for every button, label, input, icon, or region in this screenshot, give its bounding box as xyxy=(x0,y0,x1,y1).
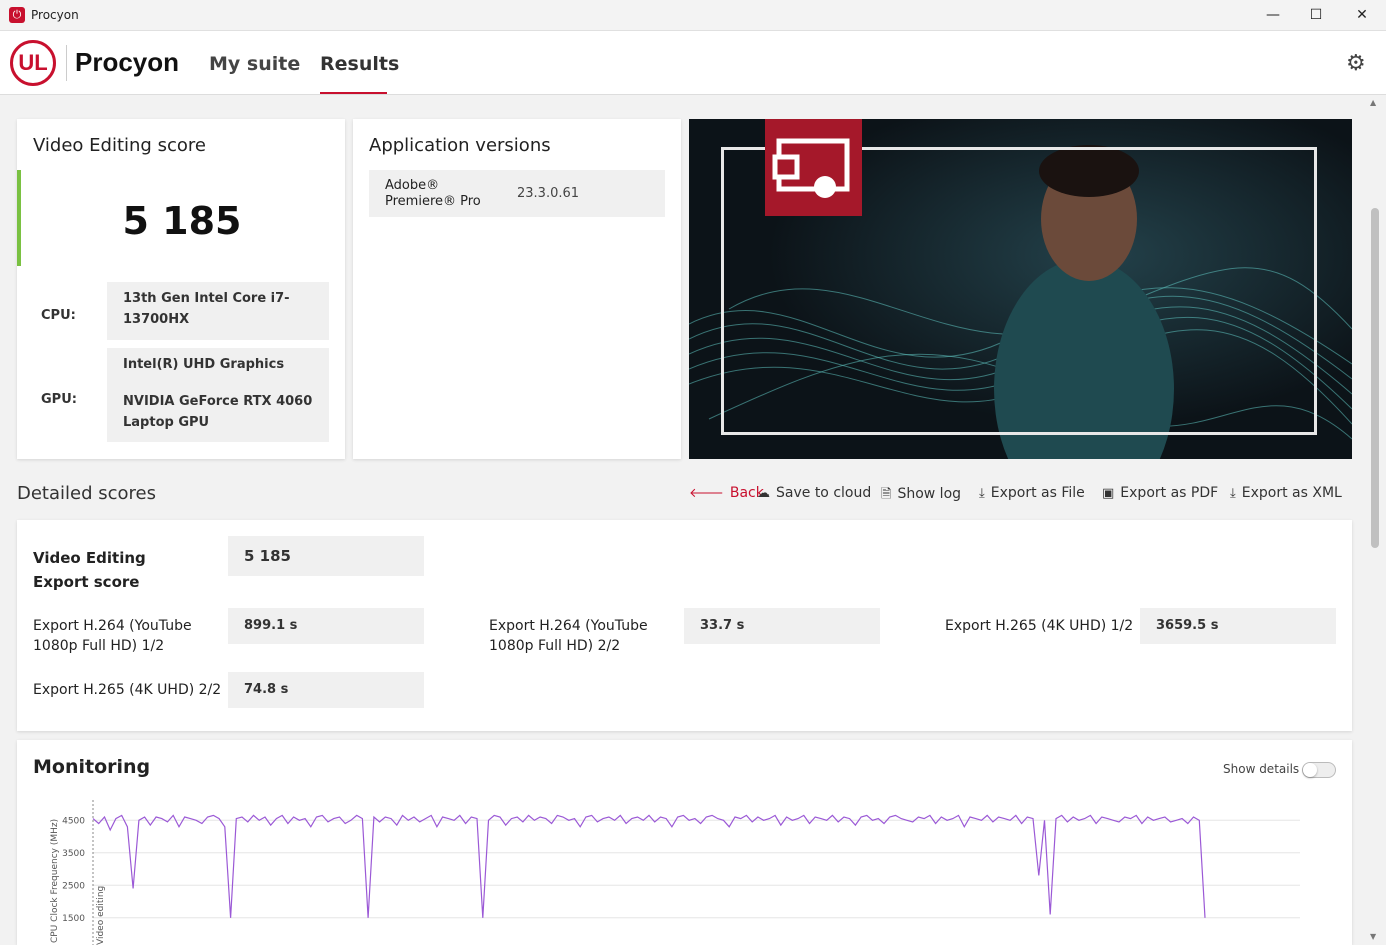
detailed-scores-card: Video Editing Export score 5 185 Export … xyxy=(17,520,1352,731)
scroll-down-icon[interactable]: ▼ xyxy=(1370,932,1376,941)
gpu-label: GPU: xyxy=(41,392,77,407)
maximize-button[interactable]: ☐ xyxy=(1293,0,1339,31)
toggle-knob xyxy=(1303,763,1317,777)
brand-name: Procyon xyxy=(75,47,180,77)
show-log-label: Show log xyxy=(897,486,962,502)
scroll-up-icon[interactable]: ▲ xyxy=(1370,98,1376,107)
video-editing-badge xyxy=(765,119,862,216)
save-to-cloud-label: Save to cloud xyxy=(776,485,872,501)
app-icon: ⏻ xyxy=(9,7,25,23)
vertical-scrollbar[interactable]: ▲ ▼ xyxy=(1368,96,1382,945)
nav-results[interactable]: Results xyxy=(320,53,399,75)
subscore-label-h264-1: Export H.264 (YouTube 1080p Full HD) 1/2 xyxy=(33,618,192,654)
export-file-button[interactable]: ⤓ Export as File xyxy=(979,485,1085,501)
marker-label: Video editing xyxy=(96,886,106,945)
export-xml-label: Export as XML xyxy=(1241,485,1342,501)
show-details-toggle[interactable] xyxy=(1302,762,1336,778)
subscore-label-h264-2: Export H.264 (YouTube 1080p Full HD) 2/2 xyxy=(489,618,648,654)
scrollbar-thumb[interactable] xyxy=(1371,208,1379,548)
save-icon: ▣ xyxy=(1102,486,1115,501)
close-button[interactable]: ✕ xyxy=(1339,0,1385,31)
app-versions-card: Application versions Adobe® Premiere® Pr… xyxy=(353,119,681,459)
subscore-value-h264-1: 899.1 s xyxy=(228,608,424,644)
gpu-value: Intel(R) UHD Graphics NVIDIA GeForce RTX… xyxy=(107,348,329,442)
subscore-value-h265-2: 74.8 s xyxy=(228,672,424,708)
overall-score: 5 185 xyxy=(122,199,242,243)
y-tick-label: 2500 xyxy=(62,881,85,891)
cloud-upload-icon: ☁ xyxy=(757,486,770,501)
y-tick-label: 1500 xyxy=(62,914,85,924)
nav-active-indicator xyxy=(320,92,387,94)
export-pdf-button[interactable]: ▣ Export as PDF xyxy=(1102,485,1218,501)
subscore-label-h265-2: Export H.265 (4K UHD) 2/2 xyxy=(33,682,222,698)
export-xml-button[interactable]: ⤓ Export as XML xyxy=(1230,485,1342,501)
detailed-scores-title: Detailed scores xyxy=(17,483,156,504)
title-bar: ⏻ Procyon — ☐ ✕ xyxy=(0,0,1386,31)
y-tick-label: 3500 xyxy=(62,849,85,859)
app-versions-title: Application versions xyxy=(369,135,551,156)
subscore-value-h265-1: 3659.5 s xyxy=(1140,608,1336,644)
cpu-label: CPU: xyxy=(41,308,76,323)
app-version-row: Adobe® Premiere® Pro 23.3.0.61 xyxy=(369,170,665,217)
cpu-frequency-chart: 4500 3500 2500 1500 Video editing CPU Clock F… xyxy=(50,800,1300,945)
cpu-value: 13th Gen Intel Core i7-13700HX xyxy=(107,282,329,340)
gpu-value-integrated: Intel(R) UHD Graphics xyxy=(123,357,285,372)
app-version: 23.3.0.61 xyxy=(517,186,580,201)
gpu-value-discrete: NVIDIA GeForce RTX 4060 Laptop GPU xyxy=(123,394,313,430)
show-log-button[interactable]: 🗎 Show log xyxy=(881,485,961,507)
cpu-frequency-series xyxy=(92,814,1206,918)
ul-logo: UL xyxy=(10,40,56,86)
save-to-cloud-button[interactable]: ☁ Save to cloud xyxy=(757,485,871,501)
minimize-button[interactable]: — xyxy=(1250,0,1296,31)
video-editing-icon xyxy=(772,138,850,198)
nav-my-suite[interactable]: My suite xyxy=(209,53,300,75)
export-pdf-label: Export as PDF xyxy=(1120,485,1219,501)
score-card: Video Editing score 5 185 CPU: 13th Gen … xyxy=(17,119,345,459)
main-score-value: 5 185 xyxy=(228,536,424,576)
app-header: UL Procyon My suite Results ⚙ xyxy=(0,31,1386,95)
window-title: Procyon xyxy=(31,8,79,22)
gear-icon[interactable]: ⚙ xyxy=(1346,51,1366,76)
download-icon: ⤓ xyxy=(1230,486,1236,501)
logo-divider xyxy=(66,45,67,81)
show-details-label: Show details xyxy=(1223,762,1300,776)
document-icon: 🗎 xyxy=(881,487,892,502)
y-axis-title: CPU Clock Frequency (MHz) xyxy=(50,819,60,943)
arrow-left-icon: 🡐 xyxy=(689,486,724,501)
benchmark-hero-image xyxy=(689,119,1352,459)
subscore-label-h265-1: Export H.265 (4K UHD) 1/2 xyxy=(945,618,1134,634)
main-score-label: Video Editing Export score xyxy=(33,549,146,591)
monitoring-title: Monitoring xyxy=(33,756,151,778)
app-name: Adobe® Premiere® Pro xyxy=(385,178,481,209)
y-tick-label: 4500 xyxy=(62,816,85,826)
score-card-title: Video Editing score xyxy=(33,135,206,156)
export-file-label: Export as File xyxy=(990,485,1085,501)
back-button[interactable]: 🡐 Back xyxy=(689,485,764,501)
download-icon: ⤓ xyxy=(979,486,985,501)
subscore-value-h264-2: 33.7 s xyxy=(684,608,880,644)
